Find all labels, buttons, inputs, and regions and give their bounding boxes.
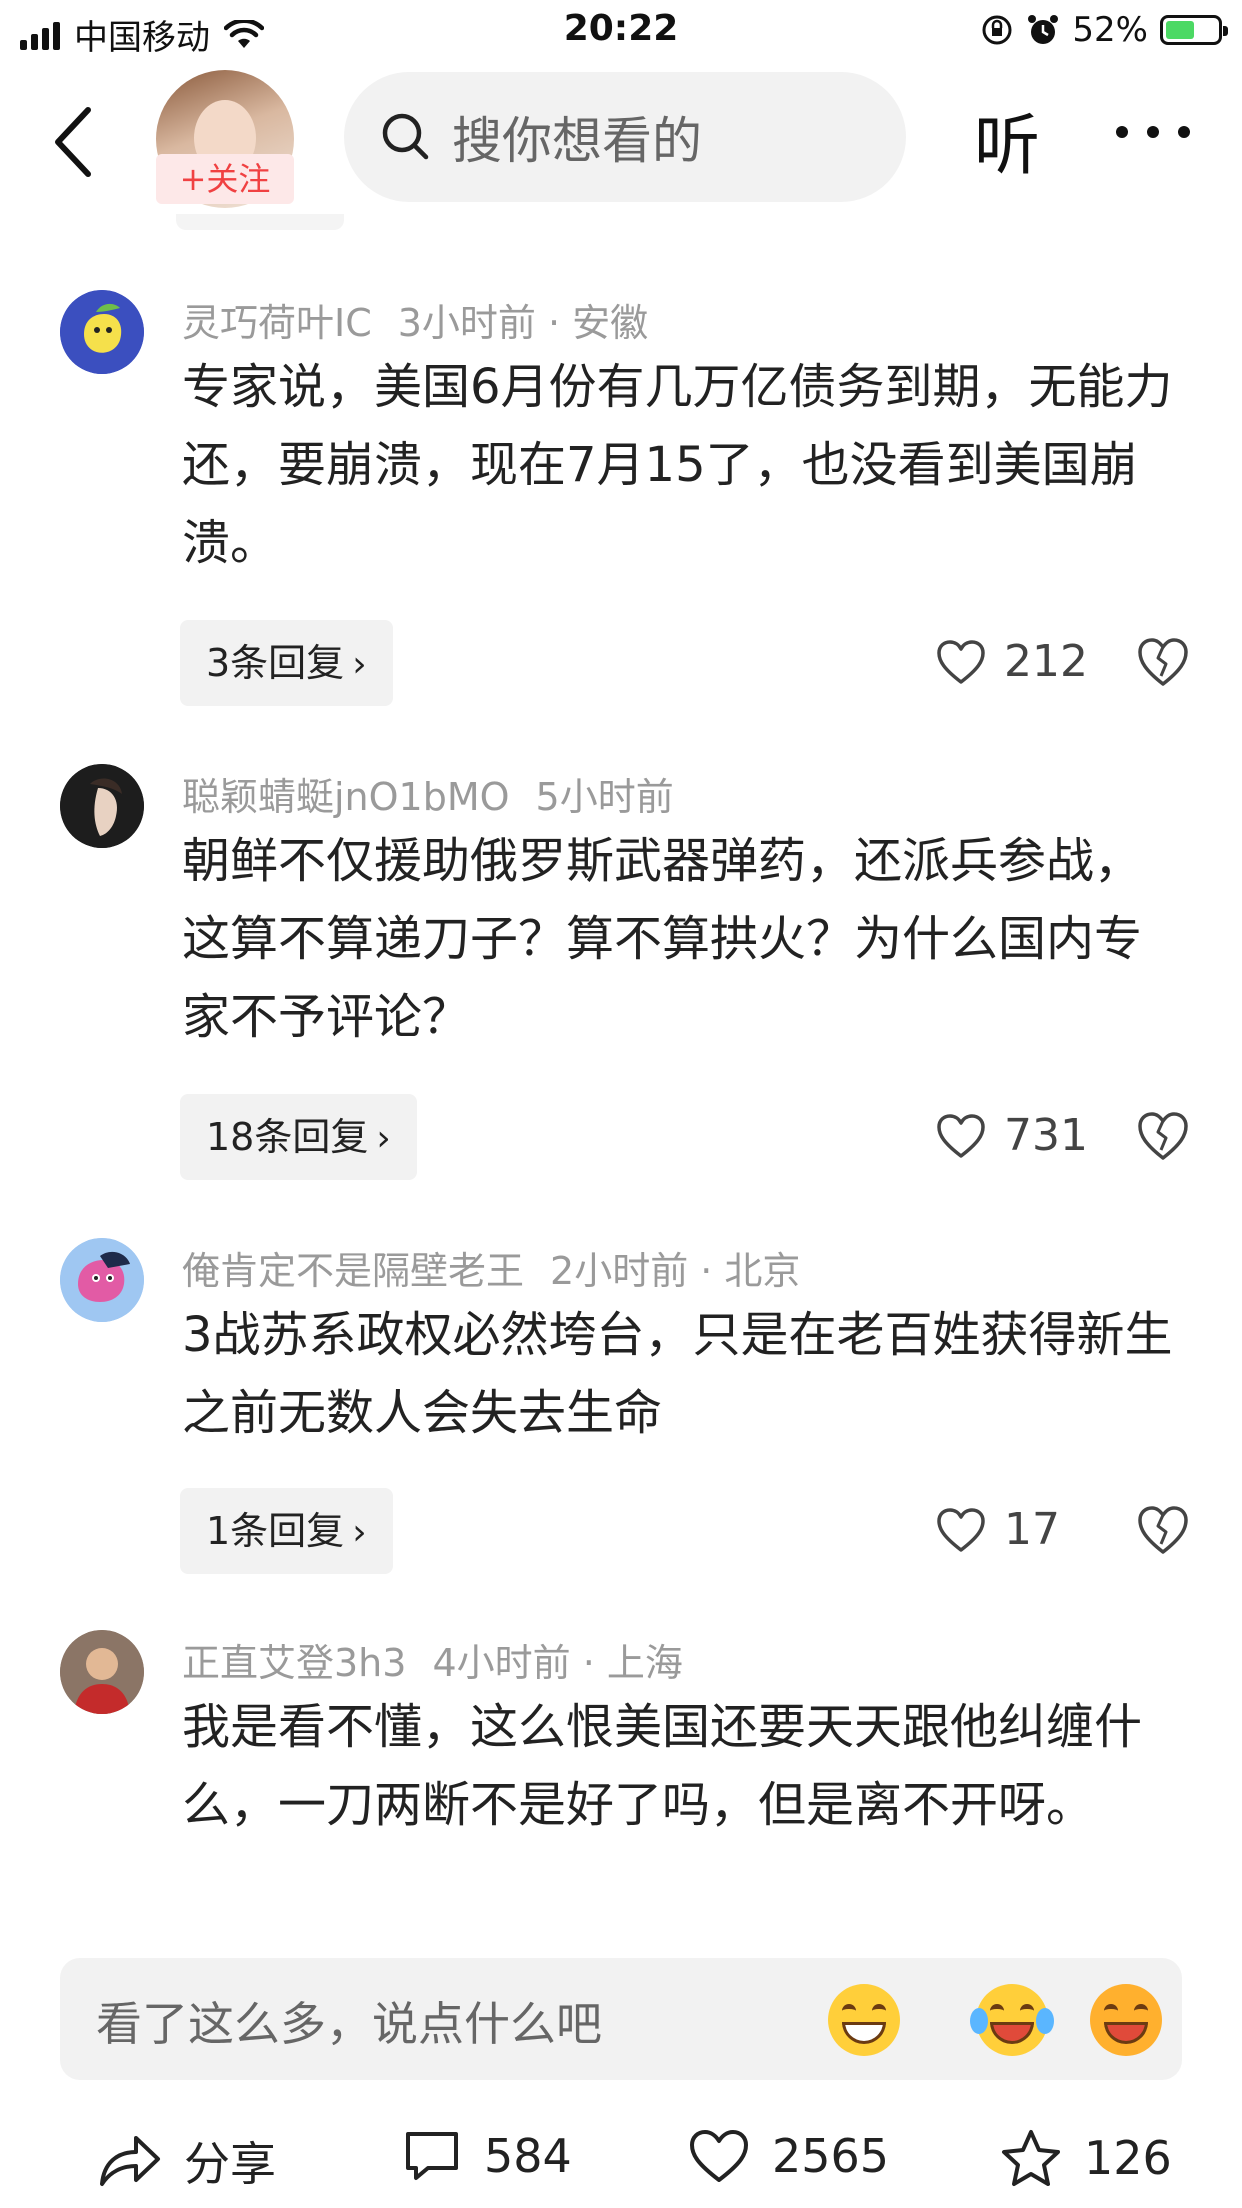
view-replies-button[interactable]: 18条回复 › — [180, 1094, 417, 1180]
avatar[interactable] — [60, 290, 144, 374]
follow-button[interactable]: +关注 — [156, 154, 294, 204]
like-count: 212 — [1004, 636, 1088, 687]
comment-meta: 聪颖蜻蜓jnO1bMO 5小时前 — [182, 766, 674, 821]
comment-username[interactable]: 灵巧荷叶IC — [182, 301, 372, 345]
comment-meta: 正直艾登3h3 4小时前 · 上海 — [182, 1632, 683, 1687]
avatar[interactable] — [60, 1630, 144, 1714]
comment-time-location: 3小时前 · 安徽 — [397, 301, 649, 345]
like-button[interactable]: 2565 — [688, 2128, 889, 2184]
star-icon — [1002, 2130, 1060, 2186]
share-icon — [100, 2136, 160, 2186]
comment-like-button[interactable]: 212 — [936, 636, 1088, 687]
heart-icon — [937, 1113, 985, 1158]
heart-icon — [690, 2130, 748, 2182]
comment-time-location: 5小时前 — [535, 775, 674, 819]
comment-icon — [406, 2132, 458, 2180]
broken-heart-icon[interactable] — [1136, 1504, 1190, 1556]
view-replies-button[interactable]: 1条回复 › — [180, 1488, 393, 1574]
laugh-cry-emoji-icon[interactable] — [970, 1984, 1054, 2056]
status-bar: 中国移动 20:22 52% — [0, 0, 1242, 62]
broken-heart-icon[interactable] — [1136, 1110, 1190, 1162]
replies-label: 3条回复 — [206, 641, 345, 685]
comment-time-location: 2小时前 · 北京 — [550, 1249, 801, 1293]
alarm-icon — [1028, 15, 1059, 44]
top-nav: +关注 搜你想看的 听 — [0, 62, 1242, 212]
share-label: 分享 — [184, 2137, 276, 2191]
comment-item: 正直艾登3h3 4小时前 · 上海 我是看不懂，这么恨美国还要天天跟他纠缠什么，一… — [0, 1630, 1242, 1940]
favorite-button[interactable]: 126 — [1000, 2128, 1172, 2188]
comment-username[interactable]: 聪颖蜻蜓jnO1bMO — [182, 775, 510, 819]
avatar[interactable] — [60, 1238, 144, 1322]
like-count: 17 — [1004, 1504, 1060, 1555]
back-arrow-icon[interactable] — [46, 102, 106, 182]
prior-reply-button-edge — [176, 214, 344, 230]
bottom-action-bar: 分享 584 2565 126 — [0, 2110, 1242, 2208]
battery-icon — [1160, 15, 1228, 45]
comment-input[interactable]: 看了这么多，说点什么吧 — [60, 1958, 1182, 2080]
orientation-lock-icon — [982, 15, 1012, 45]
comment-meta: 灵巧荷叶IC 3小时前 · 安徽 — [182, 292, 648, 347]
chevron-right-icon: › — [352, 644, 367, 685]
listen-button[interactable]: 听 — [974, 92, 1040, 188]
favorite-count: 126 — [1084, 2131, 1172, 2185]
comment-button[interactable]: 584 — [402, 2128, 572, 2184]
comment-username[interactable]: 俺肯定不是隔壁老王 — [182, 1249, 524, 1293]
laugh-emoji-icon[interactable] — [1090, 1984, 1162, 2056]
like-count: 2565 — [772, 2129, 890, 2183]
comment-text: 专家说，美国6月份有几万亿债务到期，无能力还，要崩溃，现在7月15了，也没看到美… — [182, 359, 1173, 571]
avatar[interactable] — [60, 764, 144, 848]
search-placeholder: 搜你想看的 — [452, 112, 702, 170]
replies-label: 1条回复 — [206, 1509, 345, 1553]
comment-input-placeholder: 看了这么多，说点什么吧 — [96, 1997, 602, 2051]
comment-text: 朝鲜不仅援助俄罗斯武器弹药，还派兵参战，这算不算递刀子？算不算拱火？为什么国内专… — [182, 833, 1143, 1045]
broken-heart-icon[interactable] — [1136, 636, 1190, 688]
search-bar[interactable]: 搜你想看的 — [344, 72, 906, 202]
heart-icon — [937, 1507, 985, 1552]
comment-text: 3战苏系政权必然垮台，只是在老百姓获得新生之前无数人会失去生命 — [182, 1307, 1173, 1441]
like-count: 731 — [1004, 1110, 1088, 1161]
view-replies-button[interactable]: 3条回复 › — [180, 620, 393, 706]
share-button[interactable]: 分享 — [96, 2128, 276, 2194]
chevron-right-icon: › — [352, 1512, 367, 1553]
chevron-right-icon: › — [376, 1118, 391, 1159]
grin-emoji-icon[interactable] — [828, 1984, 900, 2056]
comment-like-button[interactable]: 731 — [936, 1110, 1088, 1161]
comment-username[interactable]: 正直艾登3h3 — [182, 1641, 406, 1685]
search-icon — [382, 113, 429, 160]
battery-percent: 52% — [1072, 10, 1148, 50]
status-right: 52% — [980, 10, 1228, 50]
comment-text: 我是看不懂，这么恨美国还要天天跟他纠缠什么，一刀两断不是好了吗，但是离不开呀。 — [182, 1699, 1143, 1833]
more-options-icon[interactable] — [1116, 126, 1190, 146]
comment-count: 584 — [484, 2129, 572, 2183]
comment-like-button[interactable]: 17 — [936, 1504, 1060, 1555]
comment-time-location: 4小时前 · 上海 — [432, 1641, 683, 1685]
replies-label: 18条回复 — [206, 1115, 369, 1159]
comment-meta: 俺肯定不是隔壁老王 2小时前 · 北京 — [182, 1240, 800, 1295]
heart-icon — [937, 639, 985, 684]
